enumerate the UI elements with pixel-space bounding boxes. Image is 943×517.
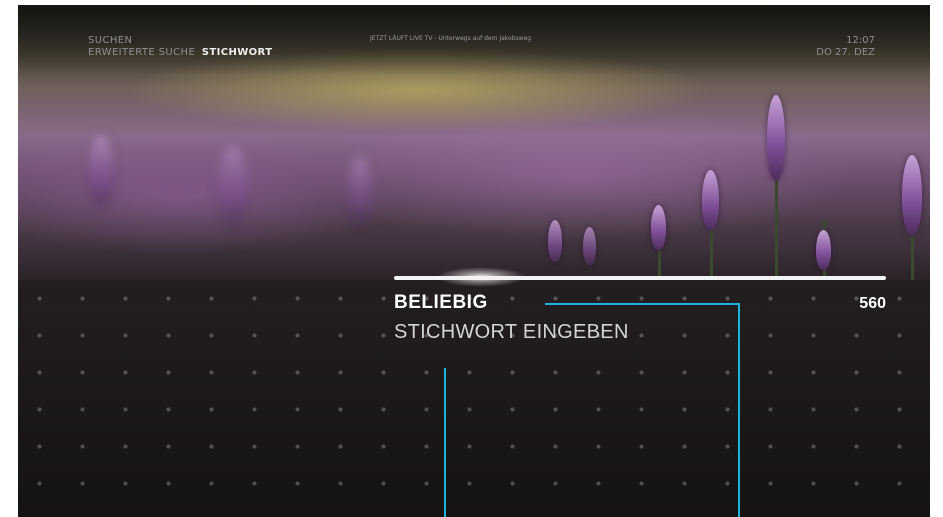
blurred-flower [218, 145, 248, 225]
callout-line-vertical-right [738, 303, 740, 517]
result-count: 560 [859, 295, 886, 312]
keyword-input[interactable]: STICHWORT EINGEBEN [394, 321, 629, 344]
lavender-flower [548, 220, 562, 262]
clock: 12:07 [846, 35, 875, 46]
blurred-flower [348, 155, 372, 225]
callout-line-vertical-left [444, 368, 446, 517]
top-bar: SUCHEN ERWEITERTE SUCHE STICHWORT JETZT … [18, 5, 930, 65]
now-playing-info: JETZT LÄUFT LIVE TV - Unterwegs auf dem … [370, 35, 532, 42]
focus-indicator-line [394, 276, 886, 280]
lavender-flower [767, 95, 785, 180]
date: DO 27. DEZ [816, 47, 875, 58]
section-title: SUCHEN [88, 35, 133, 46]
tv-screen: SUCHEN ERWEITERTE SUCHE STICHWORT JETZT … [18, 5, 930, 517]
lavender-flower [902, 155, 922, 235]
dotted-floor-background [18, 280, 930, 517]
lavender-flower [816, 230, 831, 270]
blurred-flower [88, 135, 114, 205]
lavender-flower [583, 227, 596, 265]
lavender-flower [651, 205, 666, 250]
callout-line-horizontal [545, 303, 739, 305]
breadcrumb-current: STICHWORT [201, 47, 273, 58]
lavender-flower [702, 170, 719, 230]
breadcrumb-parent: ERWEITERTE SUCHE [88, 47, 196, 58]
search-option-value[interactable]: BELIEBIG [394, 292, 488, 314]
breadcrumb: ERWEITERTE SUCHE STICHWORT [88, 47, 272, 59]
